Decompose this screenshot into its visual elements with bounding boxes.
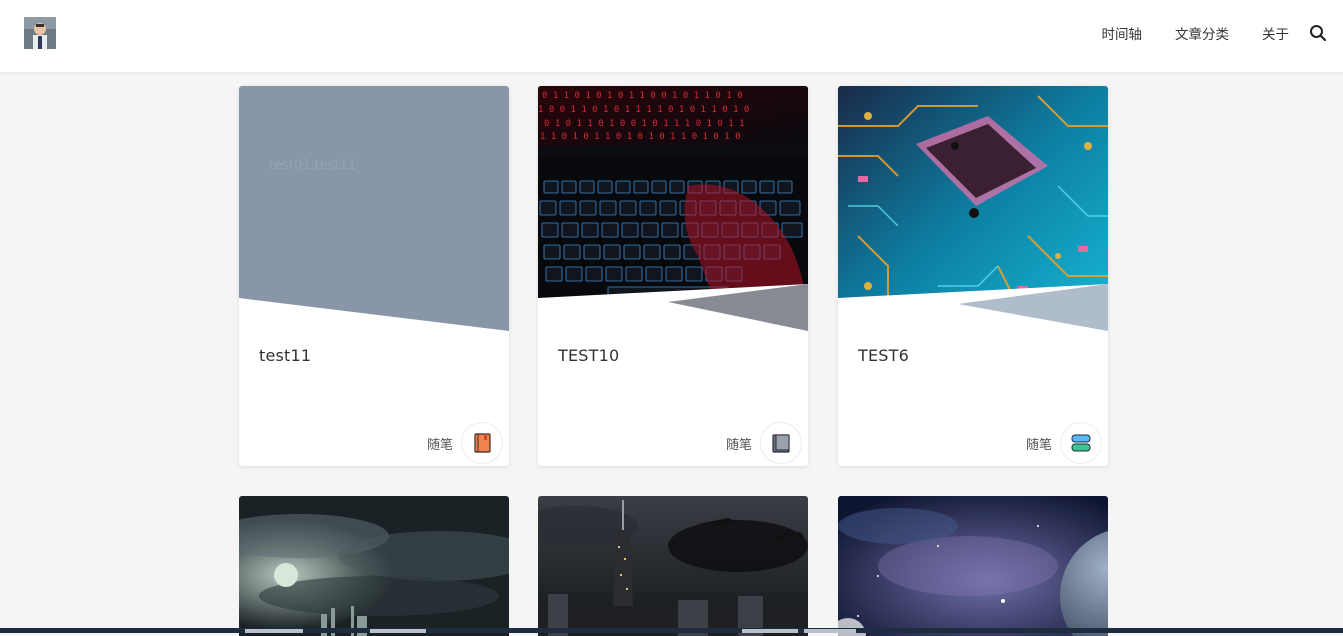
user-avatar[interactable] [24, 17, 56, 49]
category-badge[interactable] [760, 422, 802, 464]
article-card[interactable]: TEST6 随笔 [838, 86, 1108, 466]
article-card[interactable] [239, 496, 509, 636]
card-cover-image [239, 496, 509, 636]
article-card[interactable]: test01,test11 test11 随笔 [239, 86, 509, 466]
search-icon[interactable] [1309, 24, 1327, 42]
notebook-icon [474, 433, 491, 453]
nav-categories[interactable]: 文章分类 [1175, 23, 1229, 43]
card-title[interactable]: test11 [259, 346, 311, 365]
svg-text:0 1 0 1 1 0 1 0 0 1 0 1 1 1 0: 0 1 0 1 1 0 1 0 0 1 0 1 1 1 0 1 0 1 1 [544, 119, 744, 129]
card-cover-image [538, 496, 808, 636]
main-nav: 时间轴 文章分类 关于 [1102, 0, 1328, 65]
nav-about[interactable]: 关于 [1262, 23, 1289, 43]
card-category[interactable]: 随笔 [427, 434, 453, 453]
article-card[interactable] [538, 496, 808, 636]
svg-text:0 1 1 0 1 0 1 0 1 1 0 0 1 0 1: 0 1 1 0 1 0 1 0 1 1 0 0 1 0 1 1 0 1 0 [542, 91, 742, 101]
card-cover-image [838, 86, 1108, 331]
taskbar-button[interactable] [245, 629, 303, 633]
stack-icon [1071, 434, 1091, 452]
category-badge[interactable] [461, 422, 503, 464]
card-cover-image: 0 1 1 0 1 0 1 0 1 1 0 0 1 0 1 1 0 1 0 1 … [538, 86, 808, 331]
taskbar-button[interactable] [804, 629, 856, 633]
taskbar-button[interactable] [370, 629, 426, 633]
category-badge[interactable] [1060, 422, 1102, 464]
card-category[interactable]: 随笔 [1026, 434, 1052, 453]
taskbar-button[interactable] [742, 629, 798, 633]
svg-text:1 1 0 1 0 1 1 0 1 0 1 0 1 1 0: 1 1 0 1 0 1 1 0 1 0 1 0 1 1 0 1 0 1 0 [540, 132, 740, 142]
card-title[interactable]: TEST10 [558, 346, 619, 365]
article-card[interactable] [838, 496, 1108, 636]
top-header: 时间轴 文章分类 关于 [0, 0, 1343, 72]
os-taskbar [0, 628, 1343, 633]
nav-timeline[interactable]: 时间轴 [1102, 23, 1143, 43]
svg-text:1 0 0 1 1 0 1 0 1 1 1 1 0 1 0: 1 0 0 1 1 0 1 0 1 1 1 1 0 1 0 1 1 0 1 0 [538, 105, 749, 115]
card-title[interactable]: TEST6 [858, 346, 909, 365]
card-cover-text: test01,test11 [269, 158, 357, 173]
card-cover-image [239, 86, 509, 331]
article-card[interactable]: 0 1 1 0 1 0 1 0 1 1 0 0 1 0 1 1 0 1 0 1 … [538, 86, 808, 466]
notebook-icon [772, 434, 790, 453]
card-cover-image [838, 496, 1108, 636]
card-category[interactable]: 随笔 [726, 434, 752, 453]
